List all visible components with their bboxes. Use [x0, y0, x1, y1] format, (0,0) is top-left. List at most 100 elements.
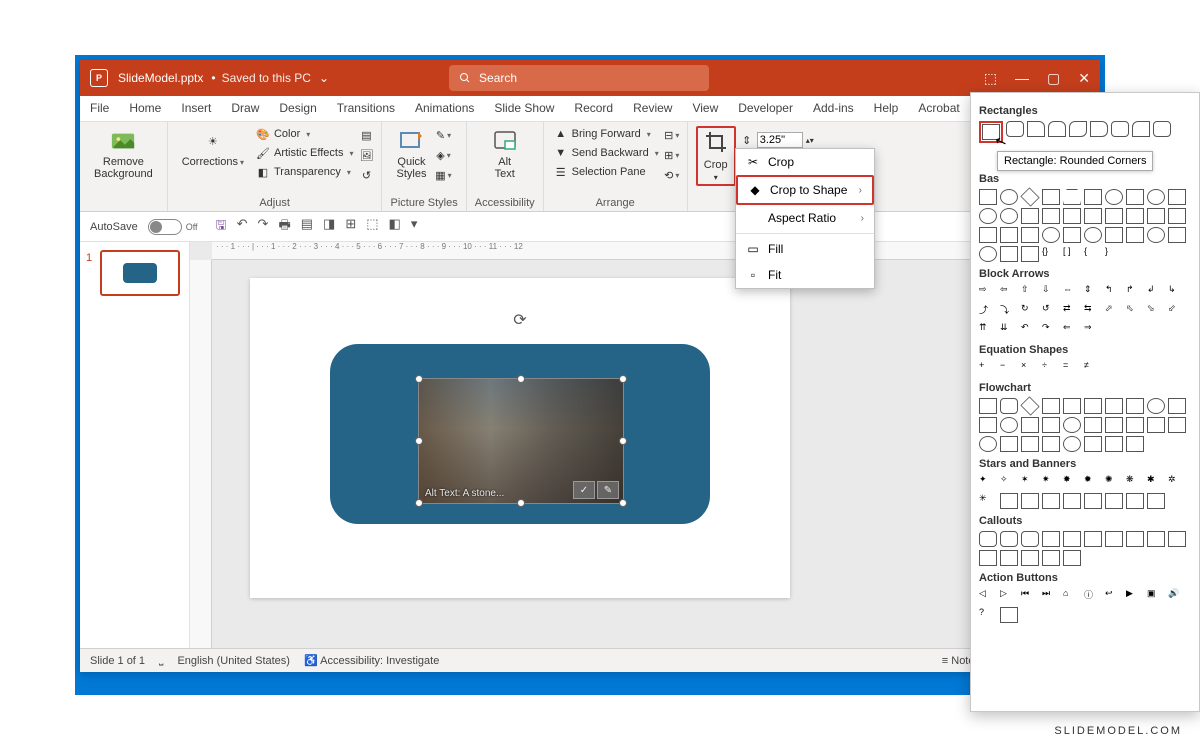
shape-item[interactable] — [1147, 493, 1165, 509]
shape-item[interactable] — [1063, 436, 1081, 452]
shape-item[interactable]: ⇒ — [1084, 322, 1102, 338]
shape-item[interactable] — [1000, 227, 1018, 243]
shape-item[interactable]: ⌂ — [1063, 588, 1081, 604]
shape-round-side[interactable] — [1090, 121, 1108, 137]
shape-item[interactable]: ✶ — [1021, 474, 1039, 490]
shape-item[interactable] — [1168, 227, 1186, 243]
undo-icon[interactable]: ↶ — [237, 216, 248, 238]
shape-snip-diag[interactable] — [1069, 121, 1087, 137]
shape-item[interactable] — [1105, 417, 1123, 433]
minimize-button[interactable]: — — [1015, 70, 1029, 86]
shape-item[interactable] — [1063, 398, 1081, 414]
shape-item[interactable]: ↰ — [1105, 284, 1123, 300]
shape-item[interactable] — [1042, 417, 1060, 433]
shape-item[interactable] — [1168, 417, 1186, 433]
shape-item[interactable] — [1168, 208, 1186, 224]
shape-item[interactable]: ↱ — [1126, 284, 1144, 300]
shape-item[interactable]: ◁ — [979, 588, 997, 604]
reset-picture-icon[interactable]: ↺ — [359, 168, 373, 182]
shape-item[interactable] — [1168, 531, 1186, 547]
slide-counter[interactable]: Slide 1 of 1 — [90, 655, 145, 667]
crop-to-shape-menu-item[interactable]: ◆Crop to Shape› — [736, 175, 874, 205]
shape-item[interactable] — [1063, 493, 1081, 509]
shape-item[interactable] — [979, 398, 997, 414]
qat-more-icon[interactable]: ▾ — [411, 216, 418, 238]
shape-item[interactable]: ⬁ — [1126, 303, 1144, 319]
shape-item[interactable] — [1020, 187, 1039, 206]
rotate-handle-icon[interactable]: ⟳ — [513, 310, 526, 330]
picture-border-icon[interactable]: ✎ — [436, 128, 450, 142]
height-input[interactable]: ⇕▴▾ — [740, 132, 814, 148]
shape-item[interactable] — [1084, 531, 1102, 547]
shape-item[interactable]: 🔊 — [1168, 588, 1186, 604]
selection-pane-button[interactable]: ☰Selection Pane — [552, 164, 661, 180]
shape-item[interactable]: + — [979, 360, 997, 376]
shape-item[interactable] — [1126, 227, 1144, 243]
qat-icon-5[interactable]: ⬚ — [366, 216, 378, 238]
shape-item[interactable] — [1084, 398, 1102, 414]
shape-item[interactable] — [1042, 208, 1060, 224]
slide-thumbnail-1[interactable] — [100, 250, 180, 296]
shape-item[interactable] — [979, 227, 997, 243]
shape-item[interactable] — [1084, 189, 1102, 205]
shape-item[interactable] — [1063, 189, 1081, 205]
shape-item[interactable] — [979, 417, 997, 433]
tab-home[interactable]: Home — [119, 96, 171, 121]
accept-alt-text-button[interactable]: ✓ — [573, 481, 595, 499]
shape-item[interactable]: ↺ — [1042, 303, 1060, 319]
shape-item[interactable] — [1105, 493, 1123, 509]
tab-draw[interactable]: Draw — [221, 96, 269, 121]
autosave-toggle[interactable] — [148, 219, 182, 235]
selected-image[interactable]: Alt Text: A stone... ✓ ✎ — [418, 378, 624, 504]
tab-transitions[interactable]: Transitions — [327, 96, 405, 121]
shape-item[interactable]: ≠ — [1084, 360, 1102, 376]
shape-item[interactable] — [1000, 208, 1018, 224]
close-button[interactable]: ✕ — [1078, 70, 1090, 87]
corrections-button[interactable]: ☀ Corrections — [176, 126, 250, 170]
qat-icon-4[interactable]: ⊞ — [345, 216, 356, 238]
shape-item[interactable] — [979, 246, 997, 262]
shape-item[interactable] — [1021, 227, 1039, 243]
change-picture-icon[interactable]: 🖼 — [359, 148, 373, 162]
shape-item[interactable] — [1126, 398, 1144, 414]
shape-item[interactable] — [1147, 189, 1165, 205]
tab-slideshow[interactable]: Slide Show — [484, 96, 564, 121]
shape-item[interactable] — [1105, 398, 1123, 414]
shape-item[interactable] — [1147, 398, 1165, 414]
shape-item[interactable]: ✺ — [1105, 474, 1123, 490]
shape-item[interactable]: × — [1021, 360, 1039, 376]
compress-icon[interactable]: ▤ — [359, 128, 373, 142]
picture-layout-icon[interactable]: ▦ — [436, 168, 450, 182]
artistic-effects-button[interactable]: 🖌Artistic Effects — [254, 145, 356, 161]
shape-item[interactable] — [1063, 531, 1081, 547]
shape-item[interactable] — [979, 208, 997, 224]
shape-item[interactable] — [1000, 398, 1018, 414]
shape-round-corner[interactable] — [1132, 121, 1150, 137]
shape-item[interactable] — [979, 531, 997, 547]
shape-item[interactable] — [1000, 189, 1018, 205]
qat-icon-6[interactable]: ◧ — [389, 216, 401, 238]
shape-item[interactable]: ⇆ — [1084, 303, 1102, 319]
shape-item[interactable] — [1147, 417, 1165, 433]
shape-item[interactable]: ⇩ — [1042, 284, 1060, 300]
send-backward-button[interactable]: ▼Send Backward — [552, 145, 661, 161]
shape-item[interactable] — [1147, 227, 1165, 243]
alt-text-button[interactable]: Alt Text — [475, 126, 535, 182]
shape-item[interactable] — [979, 189, 997, 205]
shape-item[interactable]: ▶ — [1126, 588, 1144, 604]
tab-developer[interactable]: Developer — [728, 96, 803, 121]
tab-review[interactable]: Review — [623, 96, 682, 121]
color-button[interactable]: 🎨Color — [254, 126, 356, 142]
shape-item[interactable] — [1105, 531, 1123, 547]
shape-item[interactable] — [1000, 531, 1018, 547]
shape-item[interactable] — [1084, 493, 1102, 509]
shape-item[interactable]: ⤵ — [1000, 303, 1018, 319]
save-icon[interactable]: 🖫 — [216, 216, 227, 238]
shape-item[interactable] — [1042, 189, 1060, 205]
ribbon-display-icon[interactable]: ⬚ — [984, 70, 997, 87]
shape-item[interactable] — [1021, 493, 1039, 509]
shape-item[interactable]: ✷ — [1042, 474, 1060, 490]
shape-item[interactable] — [1020, 396, 1039, 415]
shape-item[interactable] — [1000, 246, 1018, 262]
transparency-button[interactable]: ◧Transparency — [254, 164, 356, 180]
